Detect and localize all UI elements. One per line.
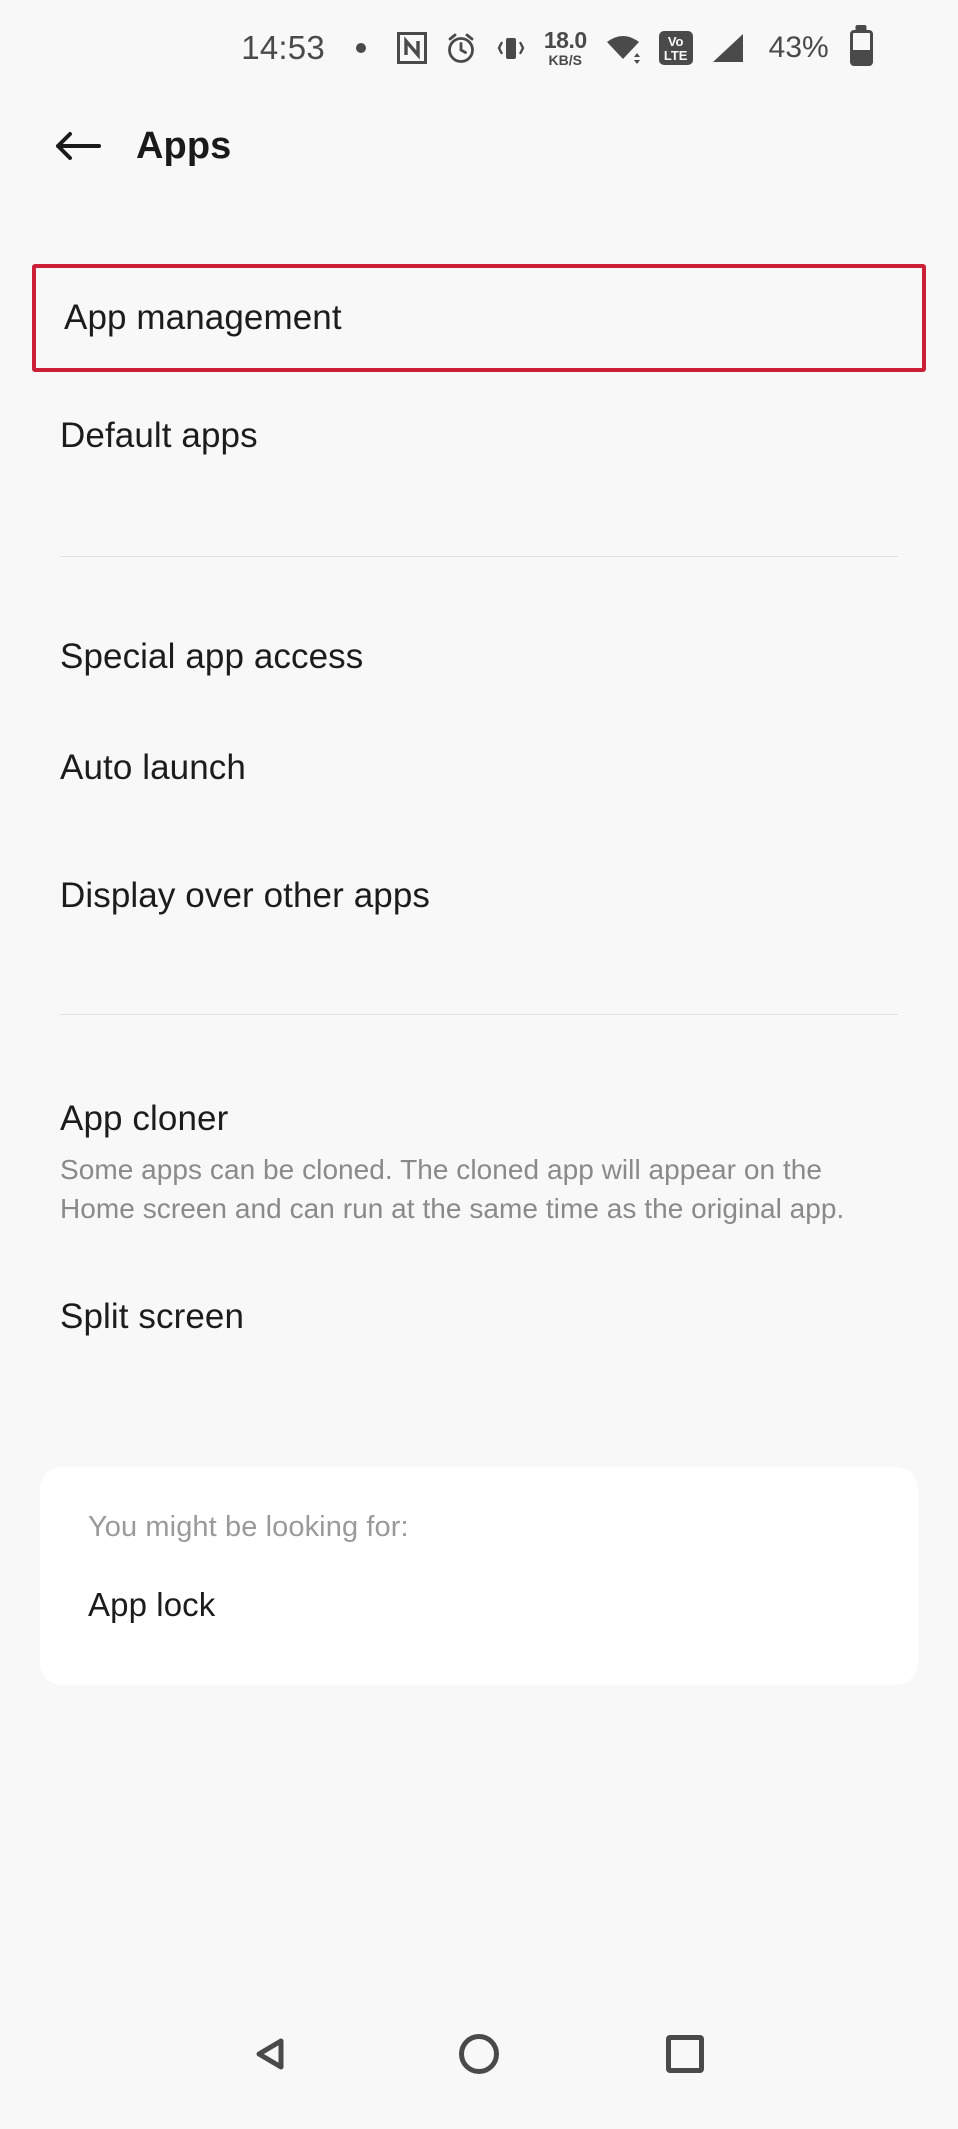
suggestion-card: You might be looking for: App lock: [40, 1467, 918, 1685]
settings-item-app-management[interactable]: App management: [32, 264, 926, 373]
phone-screen: 14:53 18.0 KB/S Vo LTE 43% Apps App mana…: [0, 0, 958, 2129]
settings-item-label: Special app access: [60, 636, 364, 676]
settings-item-description: Some apps can be cloned. The cloned app …: [60, 1153, 845, 1225]
status-bar: 14:53 18.0 KB/S Vo LTE 43%: [0, 0, 958, 96]
settings-item-auto-launch[interactable]: Auto launch: [0, 704, 958, 832]
network-speed-value: 18.0: [543, 27, 587, 53]
settings-item-label: Default apps: [60, 416, 258, 456]
settings-item-app-cloner[interactable]: App cloner Some apps can be cloned. The …: [0, 1067, 958, 1261]
recents-square-shape: [666, 2035, 704, 2073]
status-bar-clock: 14:53: [241, 29, 325, 66]
home-circle-shape: [459, 2034, 499, 2074]
back-triangle-icon[interactable]: [238, 2019, 308, 2089]
wifi-icon: [604, 32, 642, 64]
page-title: Apps: [136, 124, 232, 167]
back-arrow-icon[interactable]: [52, 120, 104, 172]
settings-item-label: Split screen: [60, 1297, 245, 1337]
settings-item-special-app-access[interactable]: Special app access: [0, 609, 958, 704]
vibrate-icon: [495, 32, 527, 64]
cellular-signal-icon: [710, 32, 746, 64]
volte-icon: Vo LTE: [658, 31, 693, 65]
settings-item-split-screen[interactable]: Split screen: [0, 1261, 958, 1373]
settings-list: App management Default apps Special app …: [0, 196, 958, 1373]
volte-line-2: LTE: [663, 47, 688, 63]
suggestion-card-label: You might be looking for:: [88, 1511, 409, 1543]
settings-item-default-apps[interactable]: Default apps: [0, 372, 958, 500]
suggestion-item-app-lock[interactable]: App lock: [88, 1586, 870, 1624]
volte-line-1: Vo: [667, 33, 684, 49]
network-speed-icon: 18.0 KB/S: [543, 27, 587, 68]
settings-item-label: App cloner: [60, 1099, 229, 1139]
home-circle-icon[interactable]: [444, 2019, 514, 2089]
alarm-clock-icon: [444, 31, 478, 65]
settings-item-label: Auto launch: [60, 748, 246, 788]
dot-indicator-icon: [355, 43, 366, 53]
battery-icon: [849, 30, 873, 66]
navigation-bar: [0, 1979, 958, 2129]
nfc-icon: [396, 32, 427, 64]
recents-square-icon[interactable]: [650, 2019, 720, 2089]
settings-item-label: Display over other apps: [60, 876, 430, 916]
network-speed-unit: KB/S: [548, 52, 582, 68]
settings-item-label: App management: [64, 298, 342, 337]
page-header: Apps: [0, 96, 958, 196]
settings-item-display-over-other-apps[interactable]: Display over other apps: [0, 832, 958, 960]
battery-percent-label: 43%: [768, 31, 829, 64]
